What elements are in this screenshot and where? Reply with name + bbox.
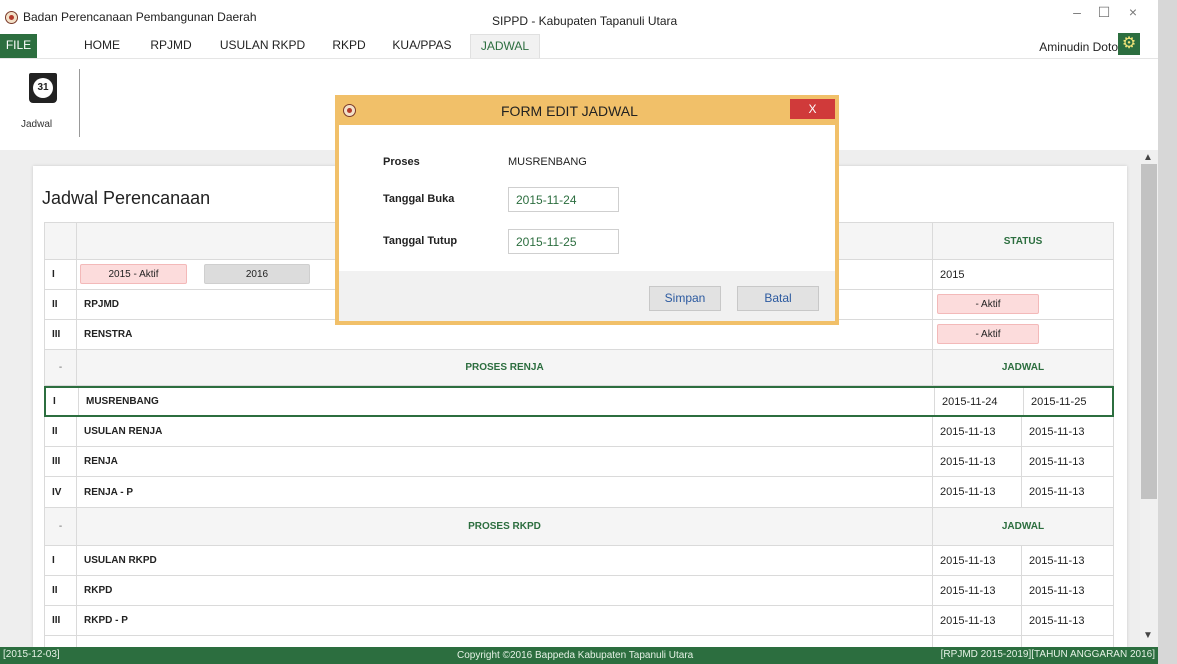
settings-gear-icon[interactable]: ⚙: [1118, 33, 1140, 55]
menu-file[interactable]: FILE: [0, 34, 37, 58]
calendar-day-number: 31: [33, 78, 53, 98]
minimize-button[interactable]: –: [1066, 4, 1088, 20]
dialog-footer: Simpan Batal: [339, 271, 835, 321]
active-year: 2015: [933, 260, 1114, 289]
renja-section-header: - PROSES RENJA JADWAL: [44, 350, 1114, 386]
dialog-logo-icon: [343, 104, 356, 117]
scrollbar-thumb[interactable]: [1141, 164, 1157, 499]
menu-jadwal[interactable]: JADWAL: [470, 34, 540, 58]
table-row[interactable]: II USULAN RENJA 2015-11-13 2015-11-13: [44, 417, 1114, 447]
dialog-title: FORM EDIT JADWAL: [501, 103, 638, 119]
year-2015-button[interactable]: 2015 - Aktif: [80, 264, 187, 284]
scroll-up-icon[interactable]: ▲: [1143, 152, 1153, 163]
title-bar: Badan Perencanaan Pembangunan Daerah SIP…: [0, 0, 1158, 34]
page-title: Jadwal Perencanaan: [42, 188, 211, 208]
status-bar: [2015-12-03] Copyright ©2016 Bappeda Kab…: [0, 647, 1158, 664]
tanggal-buka-input[interactable]: 2015-11-24: [508, 187, 619, 212]
tanggal-tutup-label: Tanggal Tutup: [383, 235, 458, 247]
table-row[interactable]: II RKPD 2015-11-13 2015-11-13: [44, 576, 1114, 606]
menu-bar: FILE HOME RPJMD USULAN RKPD RKPD KUA/PPA…: [0, 34, 1158, 58]
tanggal-tutup-input[interactable]: 2015-11-25: [508, 229, 619, 254]
user-name[interactable]: Aminudin Doto: [1039, 40, 1118, 54]
background-strip: [1158, 0, 1177, 664]
save-button[interactable]: Simpan: [649, 286, 721, 311]
app-title: SIPPD - Kabupaten Tapanuli Utara: [492, 14, 678, 28]
app-logo-icon: [5, 11, 18, 24]
tanggal-buka-label: Tanggal Buka: [383, 193, 455, 205]
status-copyright: Copyright ©2016 Bappeda Kabupaten Tapanu…: [457, 650, 694, 661]
table-row[interactable]: IV RENJA - P 2015-11-13 2015-11-13: [44, 477, 1114, 508]
org-title: Badan Perencanaan Pembangunan Daerah: [23, 10, 257, 24]
menu-rkpd[interactable]: RKPD: [326, 34, 372, 58]
dialog-close-button[interactable]: X: [790, 99, 835, 119]
app-window: Badan Perencanaan Pembangunan Daerah SIP…: [0, 0, 1158, 664]
dialog-body: Proses MUSRENBANG Tanggal Buka 2015-11-2…: [339, 125, 835, 271]
cancel-button[interactable]: Batal: [737, 286, 819, 311]
close-window-button[interactable]: ×: [1122, 4, 1144, 20]
ribbon-jadwal-label[interactable]: Jadwal: [21, 119, 52, 130]
ribbon-divider: [79, 69, 80, 137]
dialog-title-bar: FORM EDIT JADWAL X: [339, 99, 835, 125]
rkpd-section-header: - PROSES RKPD JADWAL: [44, 508, 1114, 546]
table-row[interactable]: III RKPD - P 2015-11-13 2015-11-13: [44, 606, 1114, 636]
table-row-selected[interactable]: I MUSRENBANG 2015-11-24 2015-11-25: [44, 386, 1114, 417]
table-row[interactable]: III RENJA 2015-11-13 2015-11-13: [44, 447, 1114, 477]
menu-usulan-rkpd[interactable]: USULAN RKPD: [213, 34, 312, 58]
table-row-partial: [44, 636, 1114, 647]
proses-label: Proses: [383, 156, 420, 168]
rpjmd-status-badge[interactable]: - Aktif: [937, 294, 1039, 314]
status-date: [2015-12-03]: [3, 649, 60, 660]
renstra-status-badge[interactable]: - Aktif: [937, 324, 1039, 344]
table-row[interactable]: I USULAN RKPD 2015-11-13 2015-11-13: [44, 546, 1114, 576]
proses-value: MUSRENBANG: [508, 156, 587, 168]
year-2016-button[interactable]: 2016: [204, 264, 310, 284]
calendar-icon[interactable]: 31: [29, 73, 57, 103]
status-header: STATUS: [933, 223, 1114, 259]
maximize-button[interactable]: ☐: [1093, 4, 1115, 21]
status-period: [RPJMD 2015-2019][TAHUN ANGGARAN 2016]: [940, 649, 1155, 660]
menu-kua-ppas[interactable]: KUA/PPAS: [385, 34, 459, 58]
scroll-down-icon[interactable]: ▼: [1143, 630, 1153, 641]
menu-rpjmd[interactable]: RPJMD: [144, 34, 198, 58]
menu-home[interactable]: HOME: [75, 34, 129, 58]
edit-schedule-dialog: FORM EDIT JADWAL X Proses MUSRENBANG Tan…: [335, 95, 839, 325]
